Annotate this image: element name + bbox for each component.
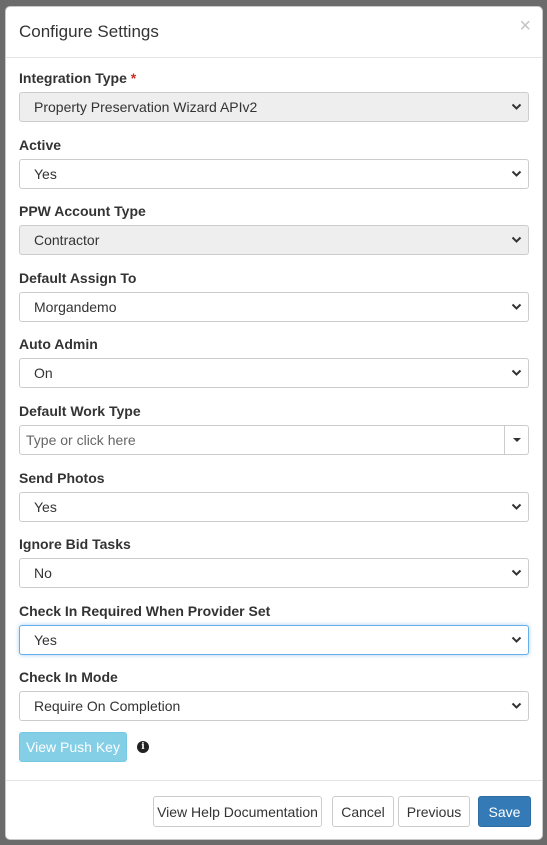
chevron-down-icon [511,226,522,254]
active-group: Active Yes [19,132,529,199]
cancel-button[interactable]: Cancel [332,796,394,827]
ignore-bid-tasks-select[interactable]: No [19,558,529,589]
default-work-type-combobox [19,424,529,455]
send-photos-label: Send Photos [19,469,105,486]
modal-footer: View Help Documentation Cancel Previous … [6,780,542,839]
info-icon[interactable]: i [137,740,149,753]
ppw-account-type-value: Contractor [34,232,100,249]
view-help-documentation-button[interactable]: View Help Documentation [153,796,322,827]
close-button[interactable]: × [519,16,531,36]
default-work-type-group: Default Work Type [19,398,529,465]
ignore-bid-tasks-value: No [34,565,52,582]
auto-admin-select[interactable]: On [19,358,529,389]
chevron-down-icon [511,93,522,121]
check-in-required-group: Check In Required When Provider Set Yes [19,598,529,665]
check-in-mode-select[interactable]: Require On Completion [19,691,529,722]
active-label: Active [19,136,62,153]
default-assign-to-group: Default Assign To Morgandemo [19,265,529,332]
send-photos-select[interactable]: Yes [19,491,529,522]
chevron-down-icon [511,559,522,587]
ppw-account-type-select[interactable]: Contractor [19,225,529,256]
modal-header: Configure Settings × [6,7,542,58]
chevron-down-icon [511,160,522,188]
auto-admin-label: Auto Admin [19,336,98,353]
check-in-mode-value: Require On Completion [34,698,181,715]
chevron-down-icon [511,293,522,321]
integration-type-group: Integration Type * Property Preservation… [19,65,529,132]
chevron-down-icon [511,359,522,387]
push-key-row: View Push Key i [19,731,529,771]
check-in-mode-group: Check In Mode Require On Completion [19,664,529,731]
send-photos-value: Yes [34,498,57,515]
default-assign-to-label: Default Assign To [19,269,137,286]
send-photos-group: Send Photos Yes [19,465,529,532]
active-select[interactable]: Yes [19,158,529,189]
caret-down-icon [512,437,521,442]
default-assign-to-select[interactable]: Morgandemo [19,291,529,322]
view-push-key-button[interactable]: View Push Key [19,731,127,762]
ppw-account-type-group: PPW Account Type Contractor [19,198,529,265]
check-in-required-value: Yes [34,631,57,648]
chevron-down-icon [511,692,522,720]
check-in-mode-label: Check In Mode [19,669,118,686]
default-work-type-label: Default Work Type [19,402,141,419]
default-work-type-input[interactable] [19,424,505,455]
check-in-required-label: Check In Required When Provider Set [19,602,271,619]
default-work-type-dropdown-button[interactable] [505,424,529,455]
save-button[interactable]: Save [478,796,531,827]
auto-admin-group: Auto Admin On [19,331,529,398]
ignore-bid-tasks-group: Ignore Bid Tasks No [19,531,529,598]
previous-button[interactable]: Previous [398,796,470,827]
integration-type-select[interactable]: Property Preservation Wizard APIv2 [19,92,529,122]
active-value: Yes [34,165,57,182]
chevron-down-icon [511,626,522,654]
required-asterisk: * [130,70,137,86]
ppw-account-type-label: PPW Account Type [19,203,146,220]
default-assign-to-value: Morgandemo [34,298,117,315]
modal-title: Configure Settings [19,22,159,41]
auto-admin-value: On [34,365,53,382]
ignore-bid-tasks-label: Ignore Bid Tasks [19,536,131,553]
chevron-down-icon [511,493,522,521]
check-in-required-select[interactable]: Yes [19,624,529,655]
configure-settings-modal: Configure Settings × Integration Type * … [5,6,543,840]
integration-type-label: Integration Type * [19,70,137,86]
modal-body: Integration Type * Property Preservation… [19,65,529,771]
integration-type-value: Property Preservation Wizard APIv2 [34,99,258,115]
